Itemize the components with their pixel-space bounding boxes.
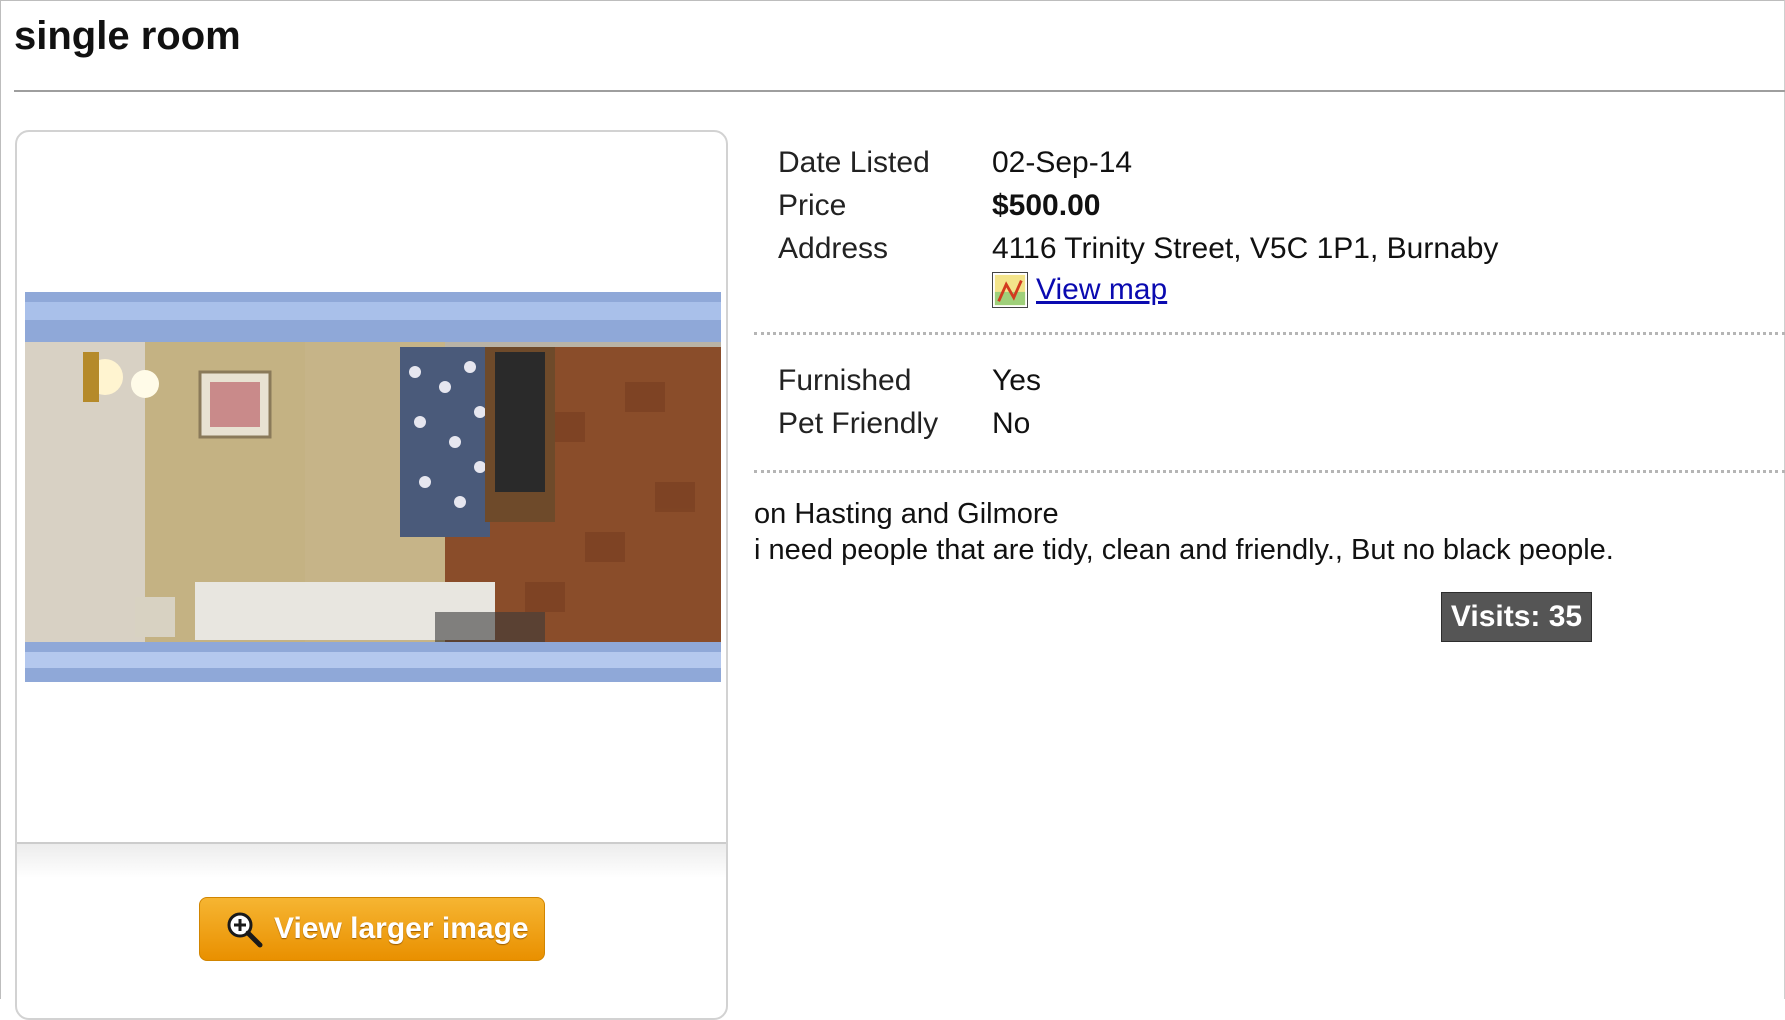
details-separator-1 bbox=[754, 332, 1785, 335]
details-separator-2 bbox=[754, 470, 1785, 473]
panel-divider bbox=[17, 842, 726, 878]
image-panel: View larger image bbox=[15, 130, 728, 1020]
furnished-label: Furnished bbox=[778, 364, 912, 397]
title-divider bbox=[14, 90, 1785, 92]
pet-friendly-label: Pet Friendly bbox=[778, 407, 939, 440]
visits-badge: Visits: 35 bbox=[1441, 592, 1592, 642]
map-icon[interactable] bbox=[992, 272, 1028, 308]
listing-photo[interactable] bbox=[25, 292, 721, 682]
magnifier-icon bbox=[227, 912, 263, 948]
date-listed-value: 02-Sep-14 bbox=[992, 146, 1133, 179]
view-larger-image-label: View larger image bbox=[274, 912, 529, 945]
view-larger-image-button[interactable]: View larger image bbox=[199, 897, 545, 961]
room-photo-illustration bbox=[25, 292, 721, 682]
description-line-1: on Hasting and Gilmore bbox=[754, 498, 1059, 530]
price-value: $500.00 bbox=[992, 189, 1101, 222]
furnished-value: Yes bbox=[992, 364, 1041, 397]
address-label: Address bbox=[778, 232, 889, 265]
listing-title: single room bbox=[14, 14, 241, 58]
view-map-link[interactable]: View map bbox=[1036, 273, 1167, 307]
address-value: 4116 Trinity Street, V5C 1P1, Burnaby bbox=[992, 232, 1499, 265]
view-map-link-group[interactable]: View map bbox=[992, 270, 1167, 310]
description-line-2: i need people that are tidy, clean and f… bbox=[754, 534, 1614, 566]
pet-friendly-value: No bbox=[992, 407, 1031, 440]
price-label: Price bbox=[778, 189, 847, 222]
date-listed-label: Date Listed bbox=[778, 146, 930, 179]
